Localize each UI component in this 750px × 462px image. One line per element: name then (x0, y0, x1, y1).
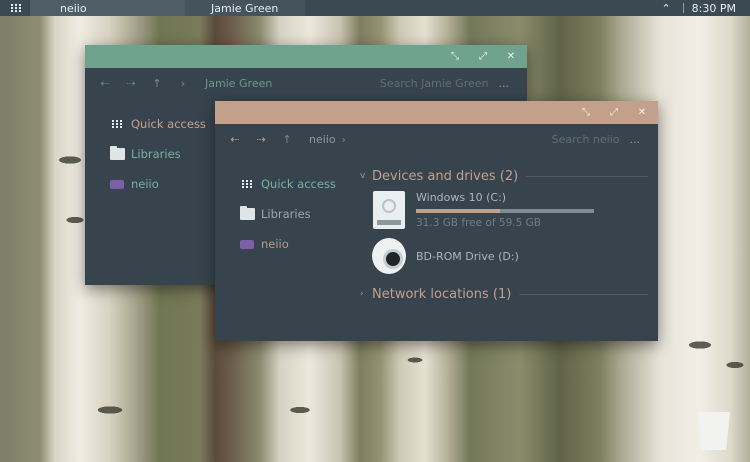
nav-bar: ⇠ ⇢ ↑ › Jamie Green Search Jamie Green .… (85, 68, 527, 98)
minimize-icon[interactable]: ⤡ (449, 51, 461, 62)
up-arrow-icon[interactable]: ↑ (279, 133, 295, 146)
expand-chevron-icon[interactable]: v (360, 171, 372, 181)
drive-item-d[interactable]: BD-ROM Drive (D:) (360, 233, 658, 279)
group-devices-and-drives[interactable]: v Devices and drives (2) (360, 165, 658, 187)
libraries-icon (239, 206, 255, 220)
nav-pane: Quick access Libraries neiio (215, 169, 345, 259)
up-arrow-icon[interactable]: ↑ (149, 77, 165, 90)
sidebar-item-label: neiio (261, 237, 289, 251)
maximize-icon[interactable]: ⤢ (477, 51, 489, 62)
path-chevron-icon[interactable]: › (175, 77, 191, 90)
forward-arrow-icon[interactable]: ⇢ (123, 77, 139, 90)
recycle-bin[interactable] (698, 412, 730, 452)
clock[interactable]: 8:30 PM (692, 2, 736, 15)
back-arrow-icon[interactable]: ⇠ (227, 133, 243, 146)
tray-divider (682, 3, 684, 13)
drive-name: Windows 10 (C:) (416, 191, 507, 204)
path-chevron-icon[interactable]: › (336, 133, 352, 146)
taskbar-item-label: neiio (60, 1, 87, 15)
sidebar-item-label: Libraries (261, 207, 311, 221)
sidebar-item-label: neiio (131, 177, 159, 191)
optical-disc-icon (372, 238, 406, 274)
search-input[interactable]: Search Jamie Green (380, 77, 489, 90)
taskbar: neiio Jamie Green ⌃ 8:30 PM (0, 0, 750, 16)
group-network-locations[interactable]: › Network locations (1) (360, 283, 658, 305)
group-divider (526, 175, 648, 177)
tray-chevron-icon[interactable]: ⌃ (661, 2, 670, 15)
taskbar-item-jamie-green[interactable]: Jamie Green (185, 0, 305, 16)
minimize-icon[interactable]: ⤡ (580, 107, 592, 118)
expand-chevron-icon[interactable]: › (360, 289, 372, 299)
more-button[interactable]: ... (630, 133, 641, 146)
maximize-icon[interactable]: ⤢ (608, 107, 620, 118)
forward-arrow-icon[interactable]: ⇢ (253, 133, 269, 146)
more-button[interactable]: ... (499, 77, 510, 90)
address-path[interactable]: Jamie Green (205, 77, 272, 90)
sidebar-item-label: Libraries (131, 147, 181, 161)
nav-bar: ⇠ ⇢ ↑ neiio › Search neiio ... (215, 124, 658, 154)
sidebar-item-neiio[interactable]: neiio (215, 229, 345, 259)
nav-pane: Quick access Libraries neiio (85, 109, 215, 199)
taskbar-item-neiio[interactable]: neiio (30, 0, 185, 16)
drive-usage-bar (416, 209, 594, 213)
group-label: Devices and drives (2) (372, 168, 519, 184)
address-path[interactable]: neiio (309, 133, 336, 146)
taskbar-item-label: Jamie Green (211, 1, 279, 15)
user-folder-icon (110, 179, 124, 189)
start-button[interactable] (0, 0, 30, 16)
drive-name: BD-ROM Drive (D:) (416, 249, 519, 263)
user-folder-icon (240, 239, 254, 249)
sidebar-item-libraries[interactable]: Libraries (85, 139, 215, 169)
close-icon[interactable]: ✕ (636, 107, 648, 118)
quick-access-icon (111, 120, 123, 128)
title-bar[interactable]: ⤡ ⤢ ✕ (215, 101, 658, 124)
system-tray: ⌃ 8:30 PM (661, 2, 750, 15)
back-arrow-icon[interactable]: ⇠ (97, 77, 113, 90)
group-label: Network locations (1) (372, 286, 512, 302)
hard-drive-icon (373, 191, 405, 229)
libraries-icon (109, 146, 125, 160)
content-pane: v Devices and drives (2) Windows 10 (C:)… (360, 165, 658, 305)
title-bar[interactable]: ⤡ ⤢ ✕ (85, 45, 527, 68)
recycle-bin-icon (698, 412, 730, 450)
close-icon[interactable]: ✕ (505, 51, 517, 62)
search-input[interactable]: Search neiio (552, 133, 620, 146)
sidebar-item-quick-access[interactable]: Quick access (215, 169, 345, 199)
start-grid-icon (10, 3, 21, 13)
drive-item-c[interactable]: Windows 10 (C:) 31.3 GB free of 59.5 GB (360, 187, 658, 233)
sidebar-item-quick-access[interactable]: Quick access (85, 109, 215, 139)
quick-access-icon (241, 180, 253, 188)
sidebar-item-label: Quick access (131, 117, 206, 131)
drive-free-space: 31.3 GB free of 59.5 GB (416, 217, 541, 229)
group-divider (519, 293, 648, 295)
sidebar-item-label: Quick access (261, 177, 336, 191)
sidebar-item-libraries[interactable]: Libraries (215, 199, 345, 229)
explorer-window-neiio[interactable]: ⤡ ⤢ ✕ ⇠ ⇢ ↑ neiio › Search neiio ... Qui… (215, 101, 658, 341)
sidebar-item-neiio[interactable]: neiio (85, 169, 215, 199)
